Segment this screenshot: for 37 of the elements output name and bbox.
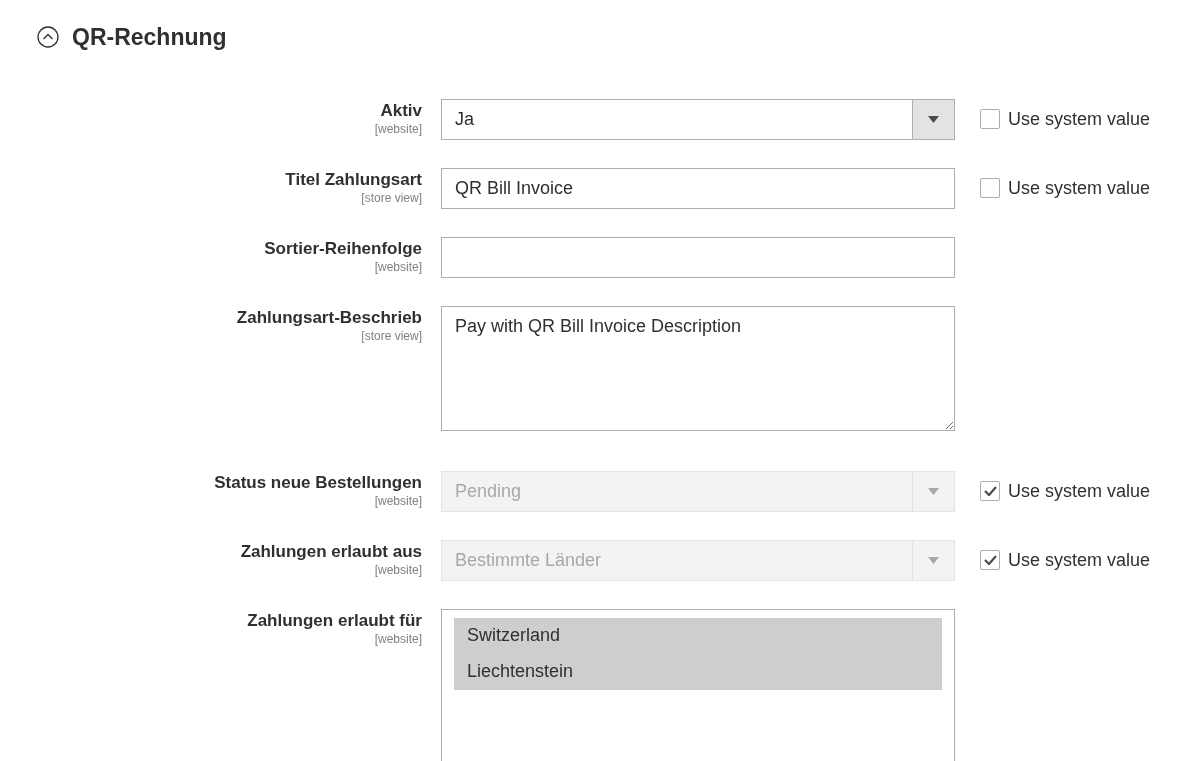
scope-label: [website] <box>374 631 422 646</box>
select-value: Pending <box>454 479 523 503</box>
field-label: Zahlungen erlaubt für <box>247 609 422 632</box>
checkbox-label: Use system value <box>1008 107 1151 131</box>
field-label: Titel Zahlungsart <box>285 168 422 191</box>
field-label: Zahlungsart-Beschrieb <box>236 306 422 329</box>
scope-label: [website] <box>374 259 422 274</box>
field-label: Aktiv <box>380 99 422 122</box>
caret-icon <box>928 556 939 564</box>
checkbox-label: Use system value <box>1008 176 1151 200</box>
caret-icon <box>928 487 939 495</box>
checkbox[interactable] <box>980 109 1000 129</box>
field-label: Status neue Bestellungen <box>214 471 422 494</box>
text-input[interactable] <box>441 236 955 278</box>
section-title[interactable]: QR-Rechnung <box>72 20 227 55</box>
select-value: Bestimmte Länder <box>454 548 603 572</box>
scope-label: [website] <box>374 121 422 136</box>
scope-label: [store view] <box>361 190 422 205</box>
checkbox-label: Use system value <box>1008 548 1151 572</box>
scope-label: [website] <box>374 562 422 577</box>
multiselect-list[interactable]: Switzerland Liechtenstein <box>441 608 955 761</box>
caret-icon <box>928 115 939 123</box>
checkmark-icon <box>983 555 997 565</box>
scope-label: [website] <box>374 493 422 508</box>
checkmark-icon <box>983 486 997 496</box>
select-dropdown[interactable]: Ja <box>441 98 955 140</box>
select-value: Ja <box>454 107 475 131</box>
textarea-input[interactable]: Pay with QR Bill Invoice Description <box>441 305 955 431</box>
text-input[interactable]: QR Bill Invoice <box>441 167 955 209</box>
field-label: Zahlungen erlaubt aus <box>240 540 422 563</box>
checkbox-label: Use system value <box>1008 479 1151 503</box>
list-option[interactable]: Liechtenstein <box>454 653 942 690</box>
list-option[interactable]: Switzerland <box>454 617 942 654</box>
field-label: Sortier-Reihenfolge <box>264 237 422 260</box>
checkbox[interactable] <box>980 178 1000 198</box>
collapse-icon[interactable] <box>37 26 59 49</box>
scope-label: [store view] <box>361 328 422 343</box>
